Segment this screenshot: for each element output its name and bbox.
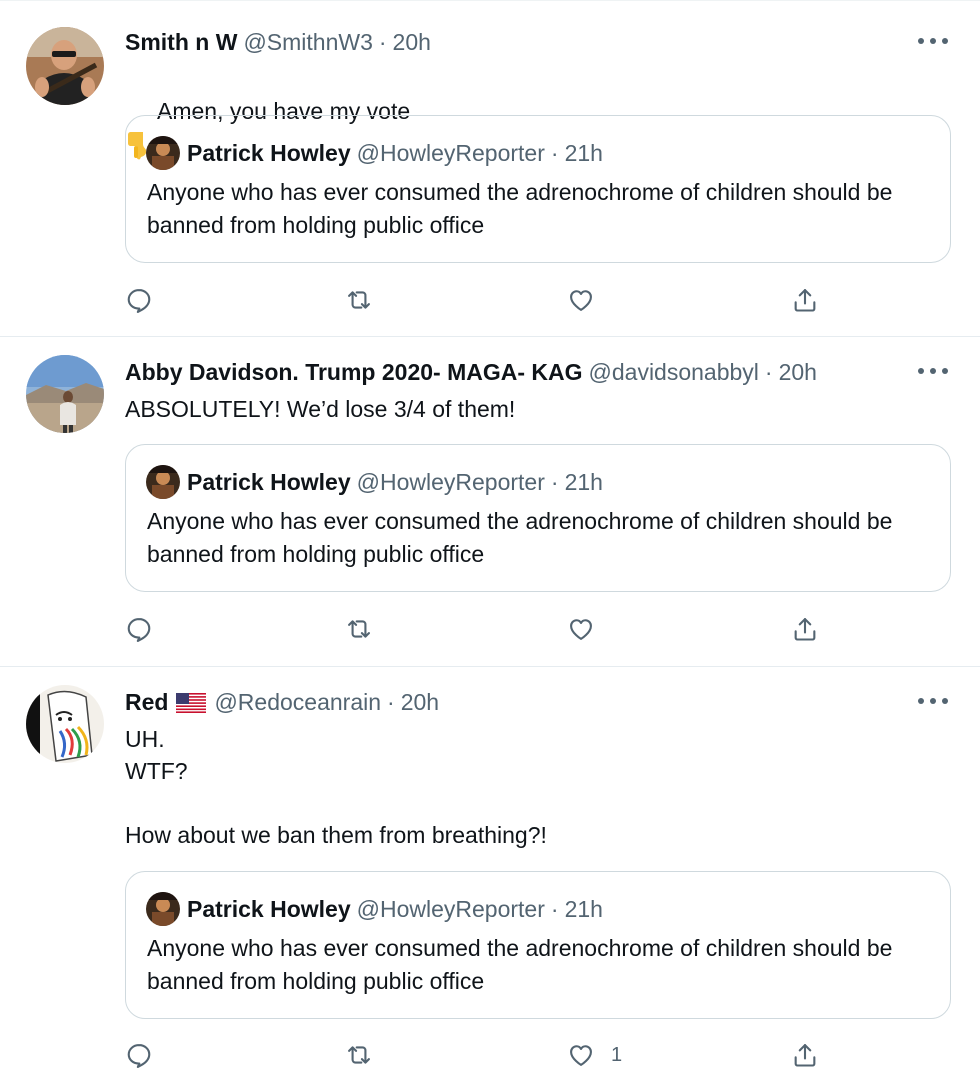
quoted-tweet[interactable]: Patrick Howley @HowleyReporter · 21h Any… (125, 444, 951, 592)
quoted-text: Anyone who has ever consumed the adrenoc… (147, 179, 893, 238)
retweet-icon (345, 1041, 373, 1069)
share-icon (791, 1041, 819, 1069)
quoted-timestamp: 21h (564, 139, 603, 166)
author-handle[interactable]: @Redoceanrain (214, 689, 381, 716)
retweet-button[interactable] (345, 1039, 389, 1071)
retweet-button[interactable] (345, 613, 389, 645)
share-button[interactable] (791, 613, 835, 645)
quoted-avatar[interactable] (146, 892, 180, 926)
share-button[interactable] (791, 284, 835, 316)
author-handle[interactable]: @SmithnW3 (243, 29, 372, 56)
share-button[interactable] (791, 1039, 835, 1071)
separator-dot: · (550, 468, 559, 495)
reply-button[interactable] (125, 1039, 169, 1071)
quoted-timestamp: 21h (564, 468, 603, 495)
quoted-avatar[interactable] (146, 465, 180, 499)
avatar[interactable] (26, 27, 104, 105)
avatar[interactable] (26, 355, 104, 433)
tweet-text: ABSOLUTELY! We’d lose 3/4 of them! (125, 396, 516, 422)
reply-button[interactable] (125, 284, 169, 316)
tweet-header: Abby Davidson. Trump 2020- MAGA- KAG @da… (125, 357, 817, 387)
quoted-author-handle: @HowleyReporter (356, 139, 545, 166)
us-flag-icon (176, 692, 207, 713)
heart-icon (567, 1041, 595, 1069)
reply-icon (125, 615, 153, 643)
quoted-tweet[interactable]: Patrick Howley @HowleyReporter · 21h Any… (125, 115, 951, 263)
avatar[interactable] (26, 685, 104, 763)
reply-button[interactable] (125, 613, 169, 645)
retweet-icon (345, 615, 373, 643)
retweet-icon (345, 286, 373, 314)
quoted-author-handle: @HowleyReporter (356, 895, 545, 922)
share-icon (791, 615, 819, 643)
reply-icon (125, 1041, 153, 1069)
tweet-header: Red @Redoceanrain · 20h (125, 687, 439, 717)
separator-dot: · (378, 28, 387, 55)
tweet[interactable]: Abby Davidson. Trump 2020- MAGA- KAG @da… (0, 337, 980, 667)
tweet-actions: 1 (125, 1039, 825, 1071)
more-options-icon[interactable] (918, 361, 948, 381)
like-count: 1 (611, 1043, 623, 1066)
quoted-author-name: Patrick Howley (187, 139, 351, 166)
tweet[interactable]: Red @Redoceanrain · 20h UH. WTF? How abo… (0, 667, 980, 1090)
tweet-actions (125, 284, 825, 316)
author-name[interactable]: Red (125, 689, 168, 716)
tweet-header: Smith n W @SmithnW3 · 20h (125, 27, 431, 57)
author-handle[interactable]: @davidsonabbyl (589, 359, 759, 386)
more-options-icon[interactable] (918, 31, 948, 51)
timestamp[interactable]: 20h (401, 689, 439, 716)
like-button[interactable] (567, 284, 611, 316)
quoted-header: Patrick Howley @HowleyReporter · 21h (187, 892, 603, 926)
heart-icon (567, 615, 595, 643)
tweet-feed: Smith n W @SmithnW3 · 20h Amen, you have… (0, 0, 980, 1090)
retweet-button[interactable] (345, 284, 389, 316)
quoted-author-handle: @HowleyReporter (356, 468, 545, 495)
tweet[interactable]: Smith n W @SmithnW3 · 20h Amen, you have… (0, 1, 980, 337)
timestamp[interactable]: 20h (393, 29, 431, 56)
more-options-icon[interactable] (918, 691, 948, 711)
author-name[interactable]: Smith n W (125, 29, 237, 56)
quoted-text: Anyone who has ever consumed the adrenoc… (147, 935, 893, 994)
quoted-author-name: Patrick Howley (187, 468, 351, 495)
quoted-timestamp: 21h (564, 895, 603, 922)
quoted-tweet[interactable]: Patrick Howley @HowleyReporter · 21h Any… (125, 871, 951, 1019)
quoted-header: Patrick Howley @HowleyReporter · 21h (187, 465, 603, 499)
quoted-author-name: Patrick Howley (187, 895, 351, 922)
share-icon (791, 286, 819, 314)
heart-icon (567, 286, 595, 314)
quoted-avatar[interactable] (146, 136, 180, 170)
separator-dot: · (387, 688, 395, 715)
tweet-text: UH. WTF? How about we ban them from brea… (125, 726, 547, 848)
like-button[interactable] (567, 613, 611, 645)
separator-dot: · (550, 139, 559, 166)
timestamp[interactable]: 20h (779, 359, 817, 386)
author-name[interactable]: Abby Davidson. Trump 2020- MAGA- KAG (125, 359, 583, 386)
reply-icon (125, 286, 153, 314)
quoted-text: Anyone who has ever consumed the adrenoc… (147, 508, 893, 567)
separator-dot: · (764, 358, 773, 385)
like-button[interactable]: 1 (567, 1039, 622, 1071)
tweet-actions (125, 613, 825, 645)
separator-dot: · (550, 895, 559, 922)
quoted-header: Patrick Howley @HowleyReporter · 21h (187, 136, 603, 170)
